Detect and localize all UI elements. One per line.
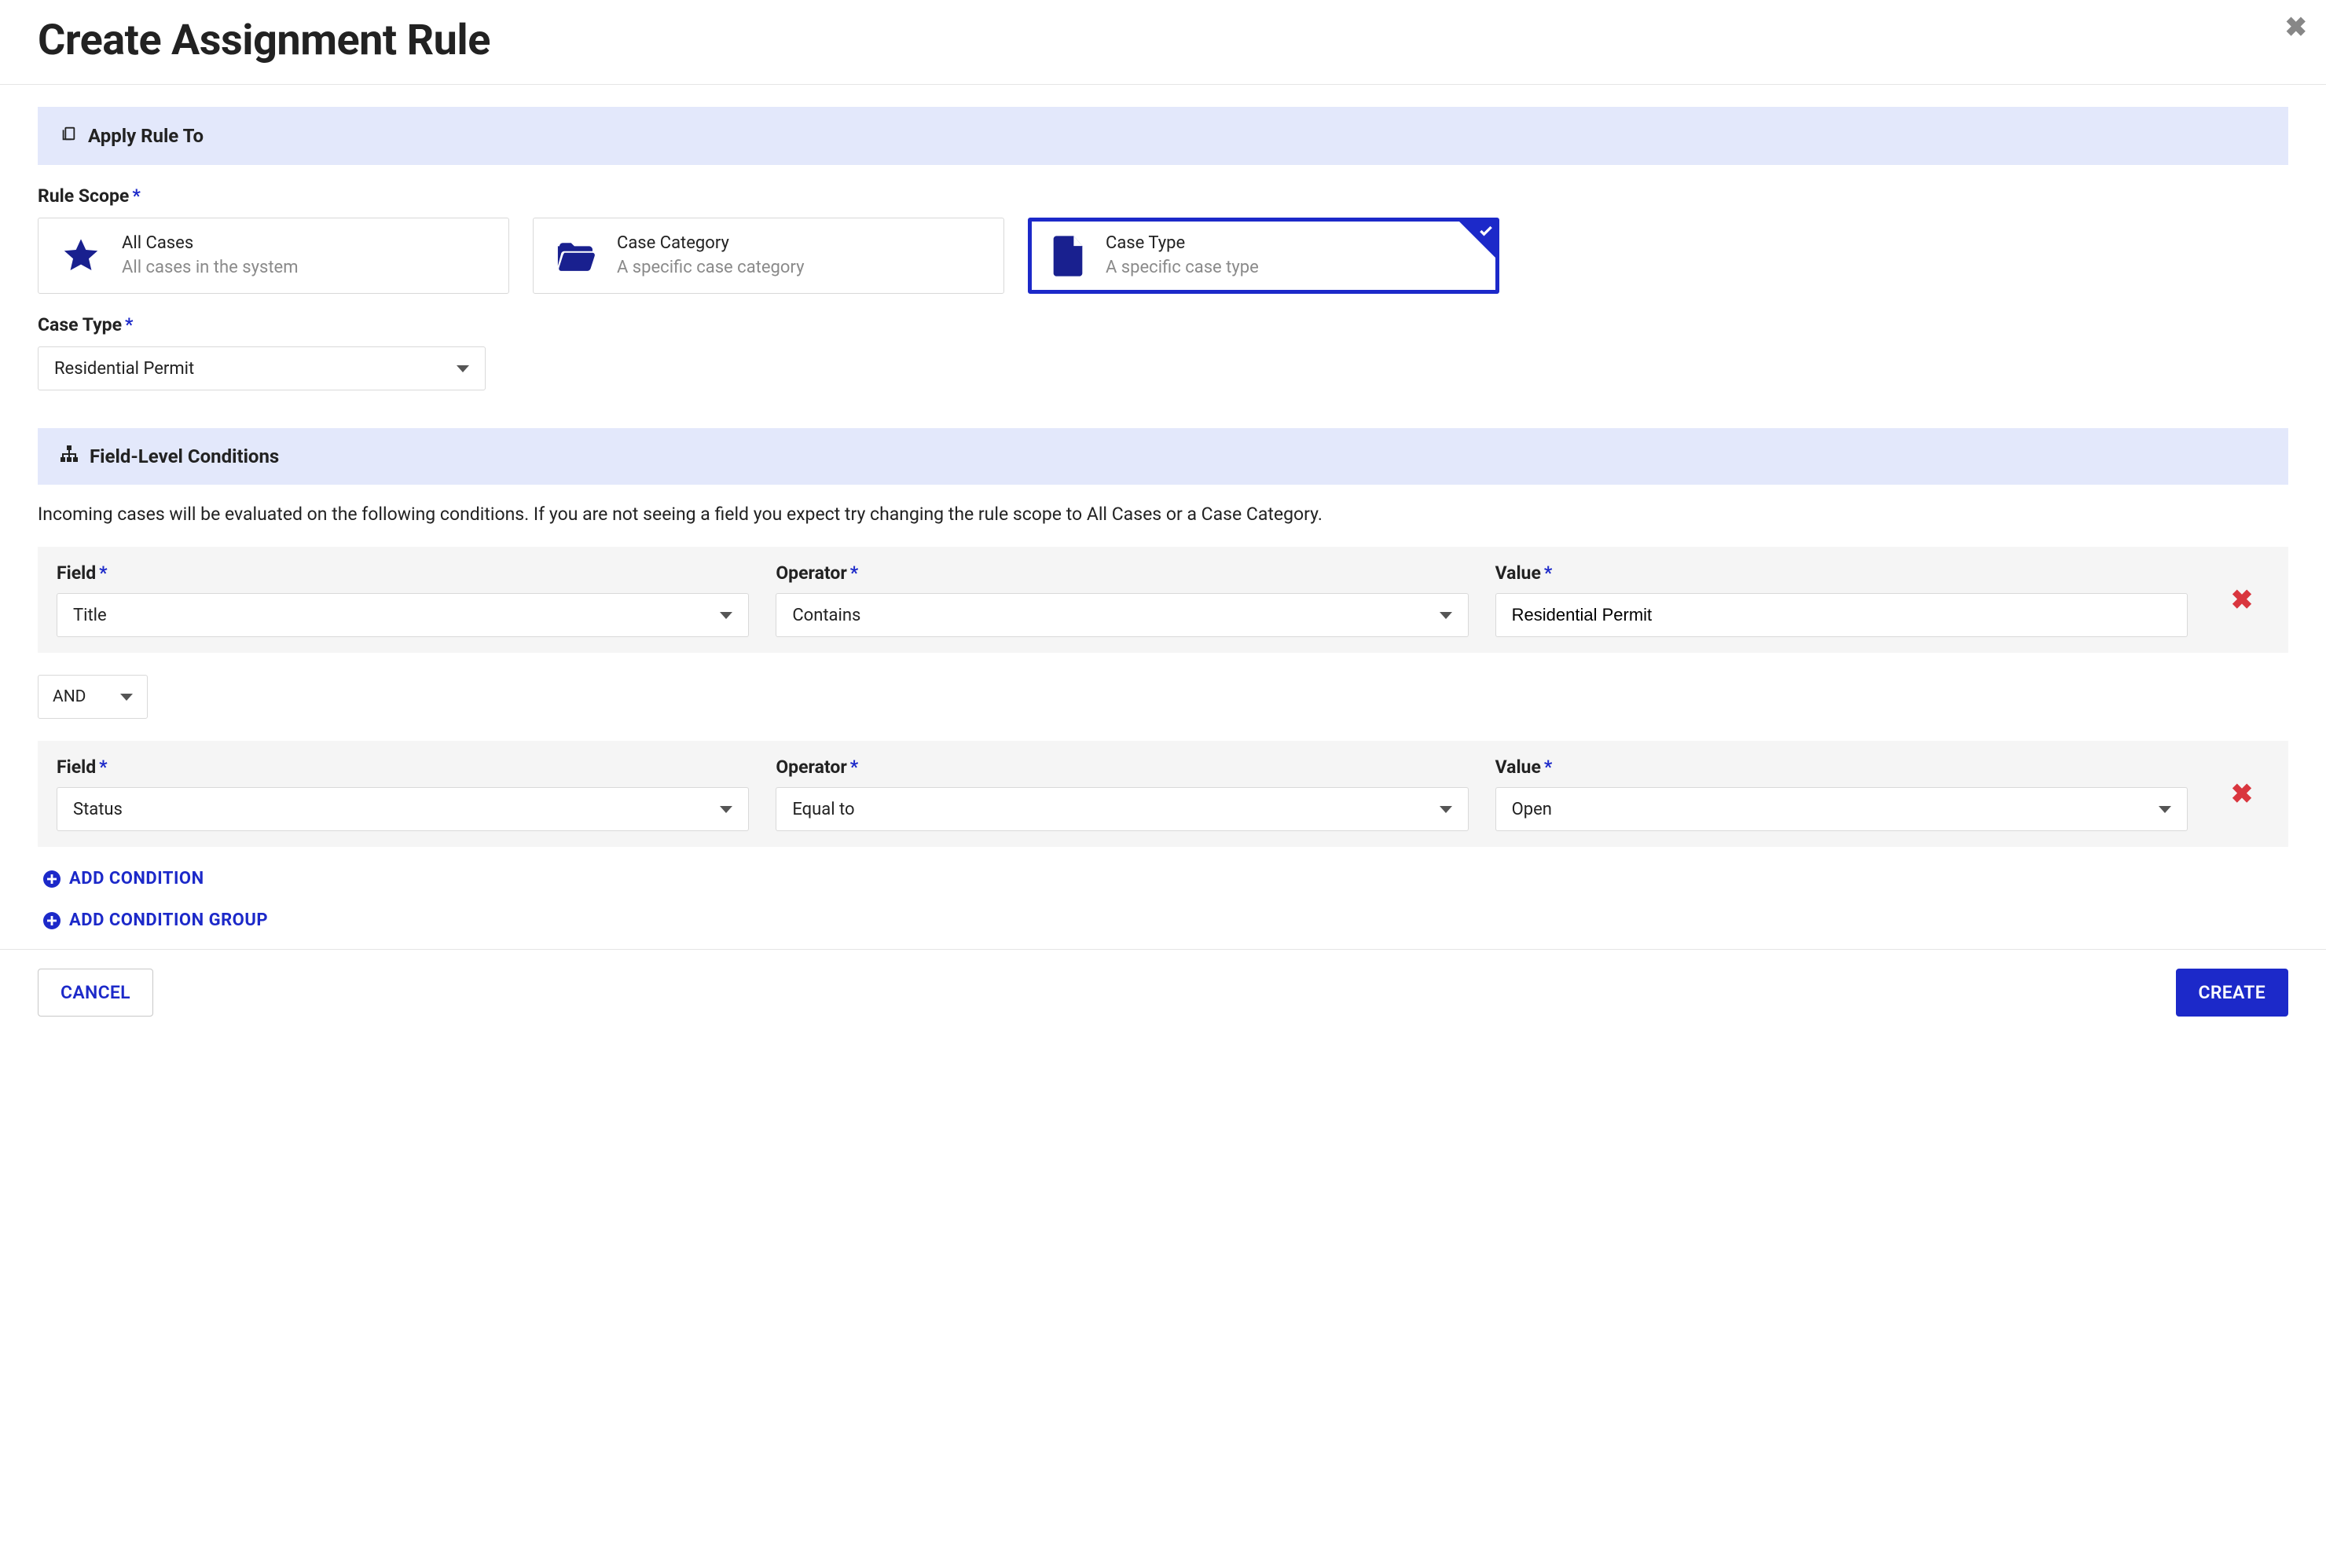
- condition-row: Field * Status Operator * Equal to: [38, 741, 2288, 847]
- scope-cards: All Cases All cases in the system Case C…: [38, 218, 2288, 294]
- conditions-heading: Field-Level Conditions: [38, 428, 2288, 485]
- condition-field-col: Field * Status: [57, 757, 749, 831]
- add-condition-group-button[interactable]: ADD CONDITION GROUP: [38, 910, 2288, 930]
- required-asterisk: *: [1544, 562, 1552, 584]
- field-label: Field *: [57, 562, 749, 584]
- conditions-section: Field-Level Conditions Incoming cases wi…: [38, 428, 2288, 930]
- modal-footer: CANCEL CREATE: [0, 949, 2326, 1035]
- create-assignment-rule-modal: ✖ Create Assignment Rule Apply Rule To R…: [0, 0, 2326, 1568]
- field-label: Field *: [57, 757, 749, 778]
- scope-card-title: Case Type: [1106, 233, 1259, 255]
- operator-label: Operator *: [776, 562, 1468, 584]
- add-links: ADD CONDITION ADD CONDITION GROUP: [38, 869, 2288, 930]
- case-type-select[interactable]: Residential Permit: [38, 346, 486, 390]
- chevron-down-icon: [720, 806, 732, 813]
- scope-card-subtitle: A specific case type: [1106, 257, 1259, 280]
- close-icon[interactable]: ✖: [2285, 14, 2308, 41]
- file-icon: [1051, 235, 1085, 277]
- required-asterisk: *: [1544, 757, 1552, 778]
- create-button[interactable]: CREATE: [2176, 969, 2289, 1017]
- rule-scope-label: Rule Scope *: [38, 185, 2288, 207]
- modal-title: Create Assignment Rule: [38, 16, 2288, 65]
- condition-operator-select[interactable]: Equal to: [776, 787, 1468, 831]
- star-icon: [61, 236, 101, 277]
- chevron-down-icon: [1440, 806, 1452, 813]
- chevron-down-icon: [120, 694, 133, 701]
- chevron-down-icon: [720, 612, 732, 619]
- scope-card-case-category[interactable]: Case Category A specific case category: [533, 218, 1004, 294]
- add-condition-button[interactable]: ADD CONDITION: [38, 869, 2288, 888]
- required-asterisk: *: [850, 757, 858, 778]
- condition-field-select[interactable]: Status: [57, 787, 749, 831]
- required-asterisk: *: [125, 314, 133, 335]
- modal-header: Create Assignment Rule: [0, 0, 2326, 85]
- plus-circle-icon: [42, 870, 61, 888]
- condition-value-select[interactable]: Open: [1495, 787, 2188, 831]
- case-type-value: Residential Permit: [54, 359, 194, 379]
- copy-icon: [60, 124, 77, 148]
- condition-operator-col: Operator * Contains: [776, 562, 1468, 637]
- scope-card-case-type[interactable]: Case Type A specific case type: [1028, 218, 1499, 294]
- value-label: Value *: [1495, 562, 2188, 584]
- modal-body: Apply Rule To Rule Scope * All Cases All…: [0, 85, 2326, 949]
- condition-field-col: Field * Title: [57, 562, 749, 637]
- apply-rule-to-heading: Apply Rule To: [38, 107, 2288, 165]
- condition-row: Field * Title Operator * Contains: [38, 547, 2288, 653]
- sitemap-icon: [60, 445, 79, 467]
- rule-scope-field: Rule Scope * All Cases All cases in the …: [38, 185, 2288, 294]
- chevron-down-icon: [2159, 806, 2171, 813]
- value-label: Value *: [1495, 757, 2188, 778]
- case-type-label: Case Type *: [38, 314, 2288, 335]
- condition-value-col: Value * Open: [1495, 757, 2188, 831]
- folder-open-icon: [556, 240, 596, 273]
- required-asterisk: *: [99, 757, 107, 778]
- logic-connector: AND: [38, 675, 2288, 719]
- chevron-down-icon: [457, 365, 469, 372]
- scope-card-subtitle: A specific case category: [617, 257, 804, 280]
- remove-condition-cell: ✖: [2214, 757, 2269, 831]
- conditions-description: Incoming cases will be evaluated on the …: [38, 504, 2288, 525]
- required-asterisk: *: [99, 562, 107, 584]
- remove-condition-icon[interactable]: ✖: [2231, 587, 2254, 614]
- plus-circle-icon: [42, 911, 61, 930]
- section-title: Field-Level Conditions: [90, 445, 279, 467]
- cancel-button[interactable]: CANCEL: [38, 969, 153, 1017]
- remove-condition-icon[interactable]: ✖: [2231, 781, 2254, 808]
- condition-value-input[interactable]: [1495, 593, 2188, 637]
- scope-card-title: All Cases: [122, 233, 299, 255]
- section-title: Apply Rule To: [88, 125, 204, 147]
- condition-logic-select[interactable]: AND: [38, 675, 148, 719]
- scope-card-title: Case Category: [617, 233, 804, 255]
- condition-field-select[interactable]: Title: [57, 593, 749, 637]
- required-asterisk: *: [132, 185, 140, 207]
- scope-card-all-cases[interactable]: All Cases All cases in the system: [38, 218, 509, 294]
- condition-operator-select[interactable]: Contains: [776, 593, 1468, 637]
- chevron-down-icon: [1440, 612, 1452, 619]
- condition-operator-col: Operator * Equal to: [776, 757, 1468, 831]
- condition-value-col: Value *: [1495, 562, 2188, 637]
- scope-card-subtitle: All cases in the system: [122, 257, 299, 280]
- case-type-field: Case Type * Residential Permit: [38, 314, 2288, 390]
- remove-condition-cell: ✖: [2214, 562, 2269, 637]
- required-asterisk: *: [850, 562, 858, 584]
- operator-label: Operator *: [776, 757, 1468, 778]
- selected-corner: [1458, 220, 1497, 259]
